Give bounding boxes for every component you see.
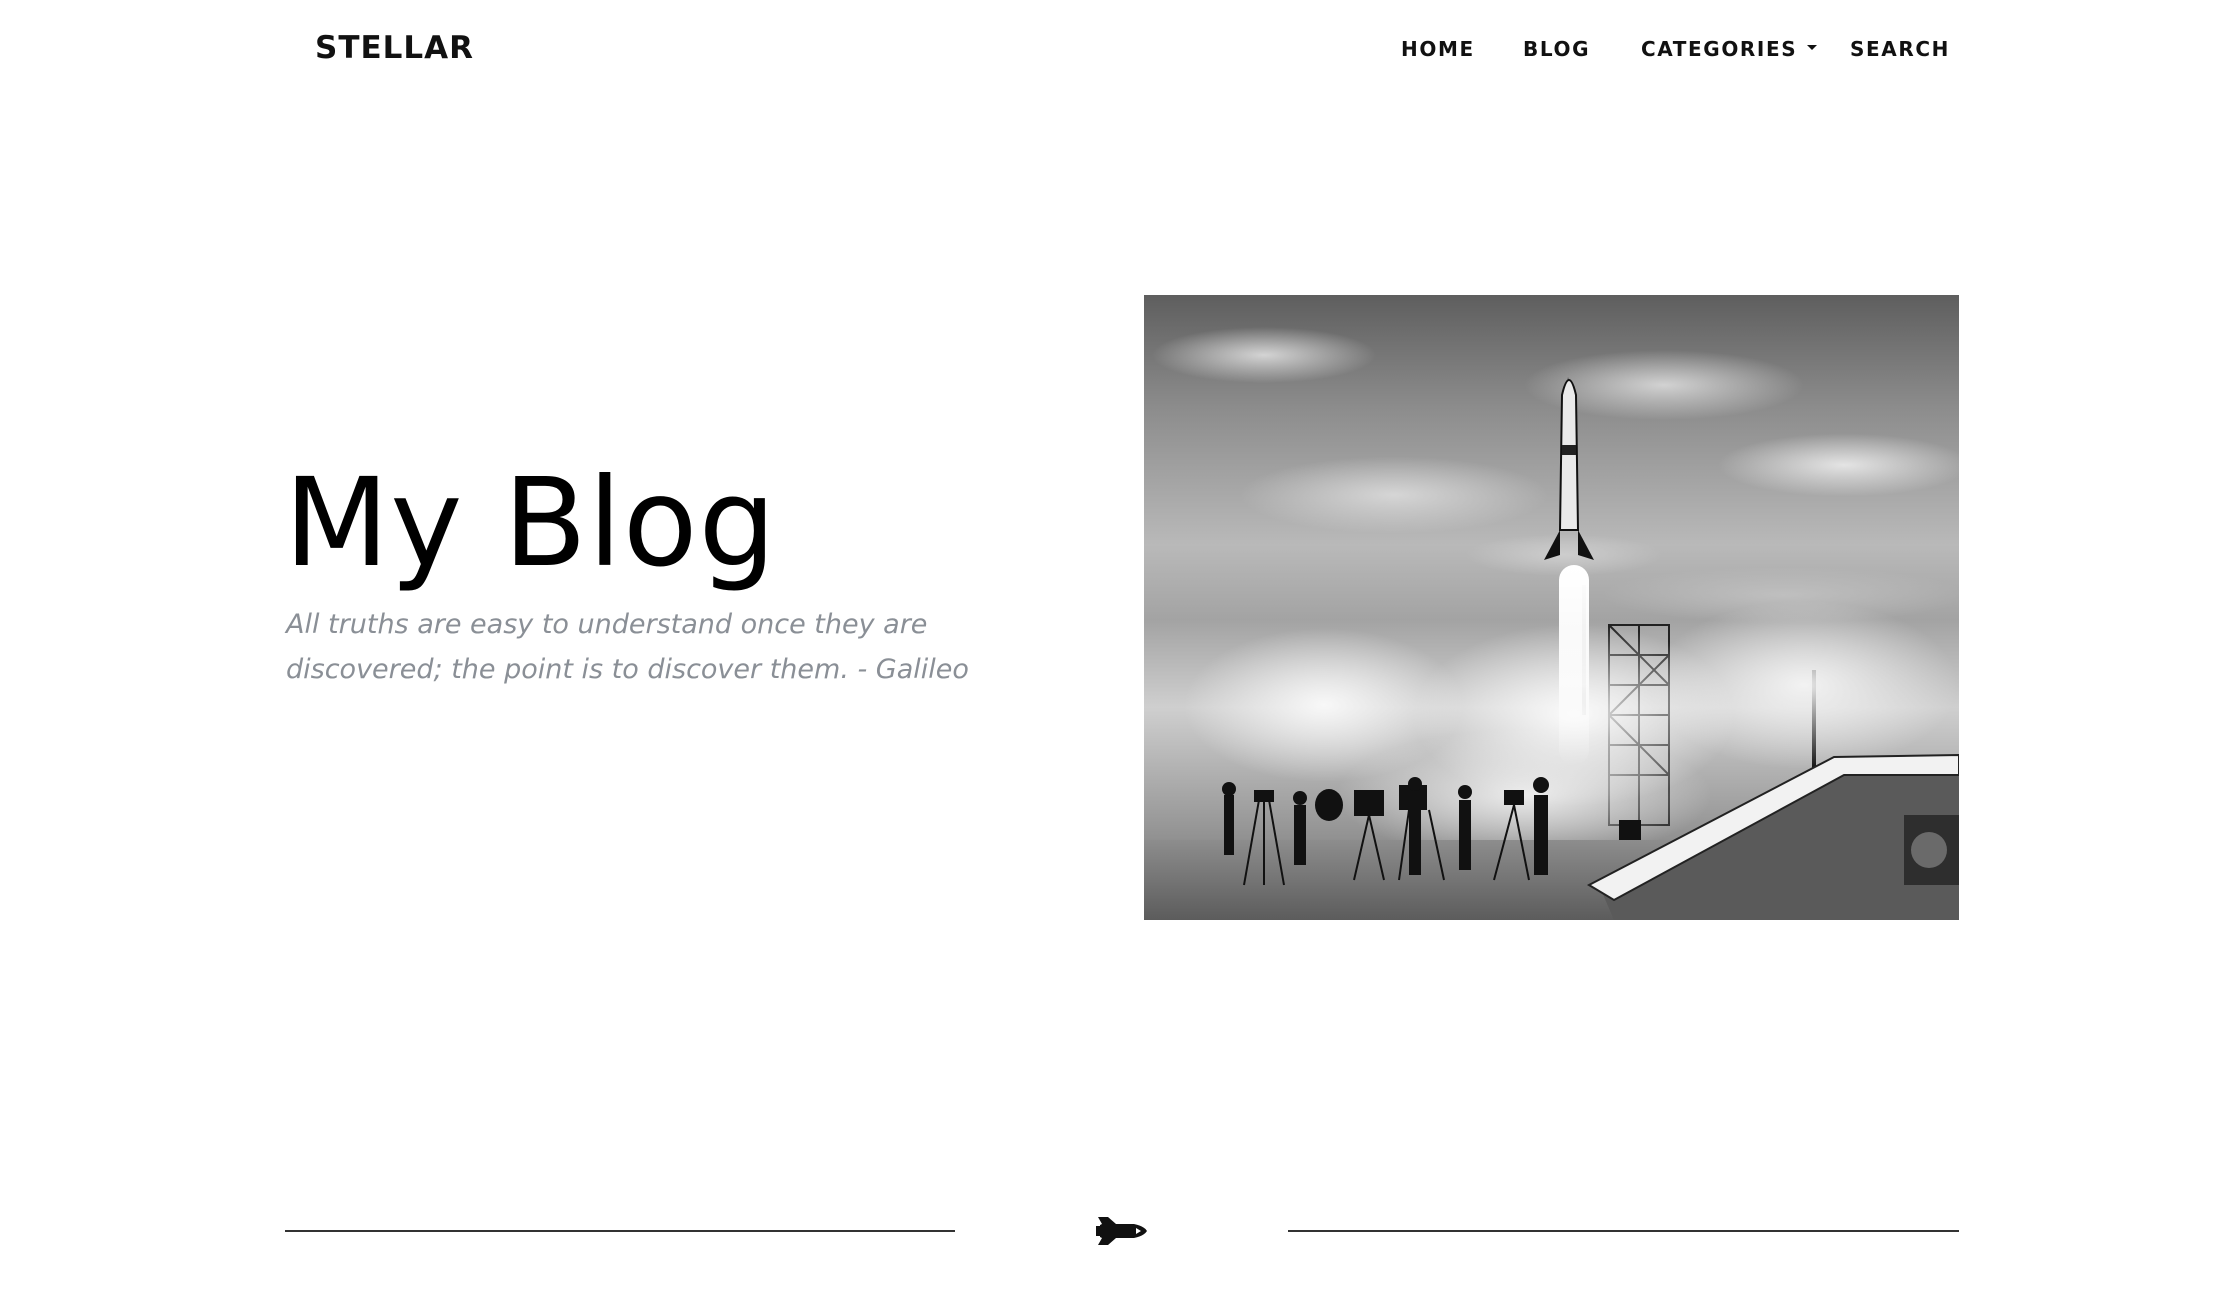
nav-home-link[interactable]: HOME (1401, 34, 1475, 64)
nav-categories-label: CATEGORIES (1641, 37, 1798, 61)
hero-rocket-launch-image (1144, 295, 1959, 920)
nav-categories-dropdown[interactable]: CATEGORIES (1641, 34, 1818, 64)
launch-shed (1586, 753, 1959, 920)
caret-down-icon (1807, 45, 1818, 50)
hero-quote: All truths are easy to understand once t… (286, 609, 969, 685)
top-navbar: STELLAR HOME BLOG CATEGORIES SEARCH (0, 0, 2225, 98)
main-nav: HOME BLOG CATEGORIES SEARCH (0, 34, 2225, 64)
divider-line-left (285, 1230, 955, 1232)
space-shuttle-icon (1096, 1217, 1147, 1245)
nav-blog-link[interactable]: BLOG (1523, 34, 1590, 64)
nav-search-link[interactable]: SEARCH (1850, 34, 1950, 64)
page-title: My Blog (284, 452, 777, 594)
divider-line-right (1288, 1230, 1959, 1232)
